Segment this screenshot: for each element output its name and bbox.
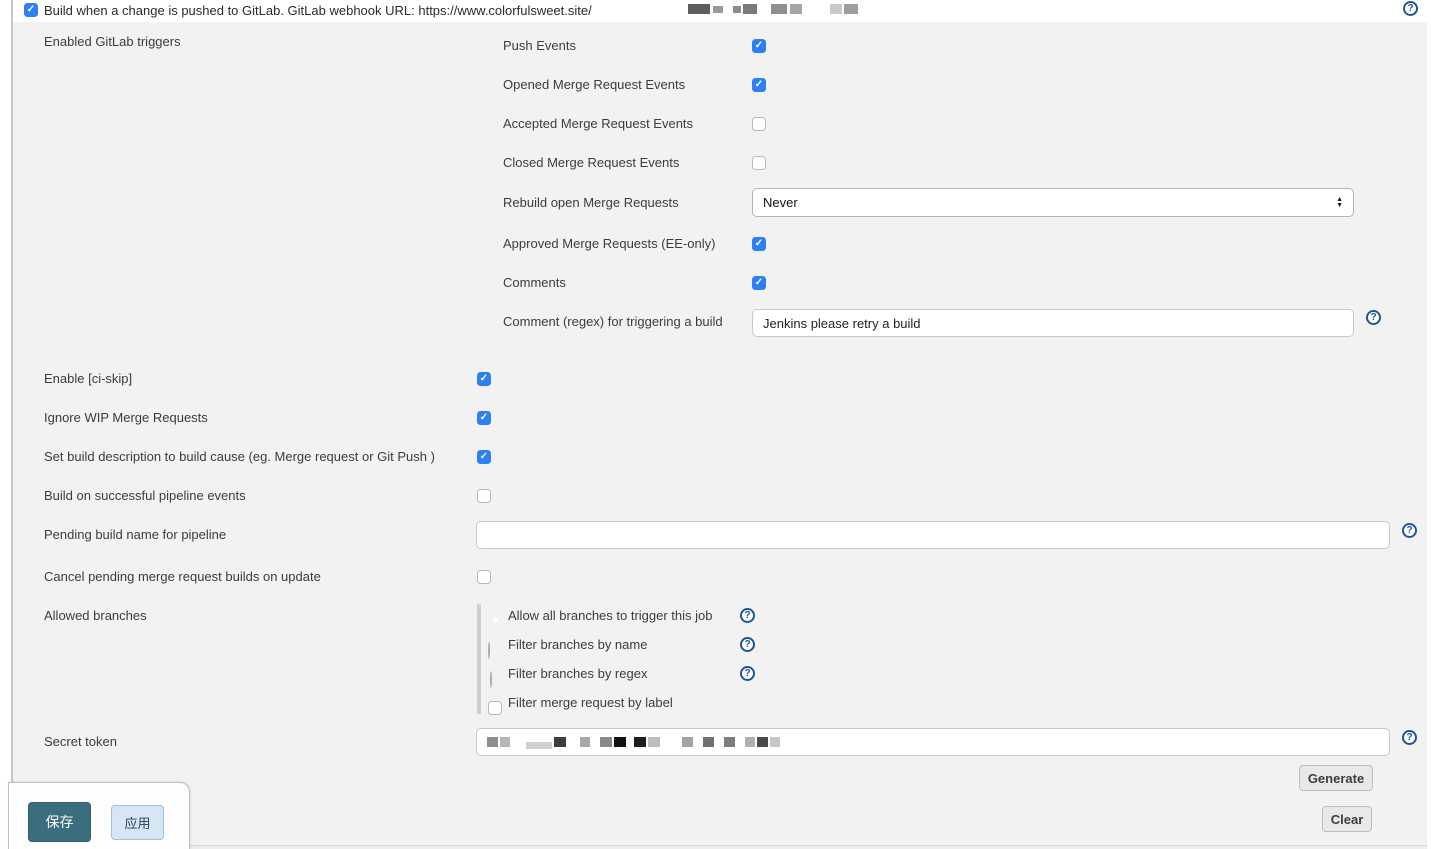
secret-token-help-icon[interactable]: ?	[1402, 730, 1417, 745]
filter-branches-regex-help-icon[interactable]: ?	[740, 666, 755, 681]
enabled-triggers-label: Enabled GitLab triggers	[44, 34, 181, 50]
allow-all-branches-label: Allow all branches to trigger this job	[508, 608, 713, 624]
save-button[interactable]: 保存	[28, 802, 91, 842]
filter-branches-regex-label: Filter branches by regex	[508, 666, 647, 682]
pending-build-label: Pending build name for pipeline	[44, 527, 226, 543]
ci-skip-label: Enable [ci-skip]	[44, 371, 132, 387]
allow-all-branches-help-icon[interactable]: ?	[740, 608, 755, 623]
trigger-title-label: Build when a change is pushed to GitLab.…	[44, 3, 592, 19]
approved-mr-label: Approved Merge Requests (EE-only)	[503, 236, 715, 252]
push-events-checkbox[interactable]: ✓	[752, 39, 766, 53]
rebuild-open-mr-selected-value: Never	[763, 195, 798, 210]
redacted-secret-token	[487, 736, 780, 749]
pipeline-events-checkbox[interactable]	[477, 489, 491, 503]
trigger-config-panel	[13, 22, 1427, 845]
filter-branches-name-label: Filter branches by name	[508, 637, 647, 653]
cancel-pending-label: Cancel pending merge request builds on u…	[44, 569, 321, 585]
opened-mr-events-checkbox[interactable]: ✓	[752, 78, 766, 92]
filter-mr-label-checkbox[interactable]	[488, 701, 502, 715]
filter-branches-name-radio[interactable]	[488, 642, 490, 659]
ignore-wip-label: Ignore WIP Merge Requests	[44, 410, 208, 426]
redacted-webhook-path	[688, 4, 858, 14]
build-description-label: Set build description to build cause (eg…	[44, 449, 435, 465]
gitlab-trigger-config-page: ✓ Build when a change is pushed to GitLa…	[0, 0, 1431, 849]
pending-build-input[interactable]	[476, 521, 1390, 549]
pending-build-help-icon[interactable]: ?	[1402, 523, 1417, 538]
closed-mr-events-checkbox[interactable]	[752, 156, 766, 170]
comment-regex-input[interactable]	[752, 309, 1354, 337]
secret-token-label: Secret token	[44, 734, 117, 750]
rebuild-open-mr-label: Rebuild open Merge Requests	[503, 195, 679, 211]
comments-checkbox[interactable]: ✓	[752, 276, 766, 290]
rebuild-open-mr-select[interactable]: Never ▲▼	[752, 188, 1354, 217]
push-events-label: Push Events	[503, 38, 576, 54]
select-stepper-icon: ▲▼	[1336, 197, 1343, 209]
apply-button[interactable]: 应用	[111, 805, 164, 840]
comments-label: Comments	[503, 275, 566, 291]
filter-branches-name-help-icon[interactable]: ?	[740, 637, 755, 652]
closed-mr-events-label: Closed Merge Request Events	[503, 155, 679, 171]
help-icon[interactable]: ?	[1403, 1, 1418, 16]
approved-mr-checkbox[interactable]: ✓	[752, 237, 766, 251]
ci-skip-checkbox[interactable]: ✓	[477, 372, 491, 386]
filter-mr-label-label: Filter merge request by label	[508, 695, 673, 711]
accepted-mr-events-checkbox[interactable]	[752, 117, 766, 131]
opened-mr-events-label: Opened Merge Request Events	[503, 77, 685, 93]
filter-branches-regex-radio[interactable]	[490, 671, 492, 688]
cancel-pending-checkbox[interactable]	[477, 570, 491, 584]
radio-group-indent-bar	[477, 604, 481, 714]
build-description-checkbox[interactable]: ✓	[477, 450, 491, 464]
comment-regex-help-icon[interactable]: ?	[1366, 310, 1381, 325]
clear-button[interactable]: Clear	[1322, 806, 1372, 832]
build-when-pushed-checkbox[interactable]: ✓	[24, 3, 38, 17]
accepted-mr-events-label: Accepted Merge Request Events	[503, 116, 693, 132]
pipeline-events-label: Build on successful pipeline events	[44, 488, 246, 504]
secret-token-input[interactable]	[476, 728, 1390, 756]
allowed-branches-label: Allowed branches	[44, 608, 147, 624]
ignore-wip-checkbox[interactable]: ✓	[477, 411, 491, 425]
generate-button[interactable]: Generate	[1299, 765, 1373, 791]
comment-regex-label: Comment (regex) for triggering a build	[503, 314, 723, 330]
